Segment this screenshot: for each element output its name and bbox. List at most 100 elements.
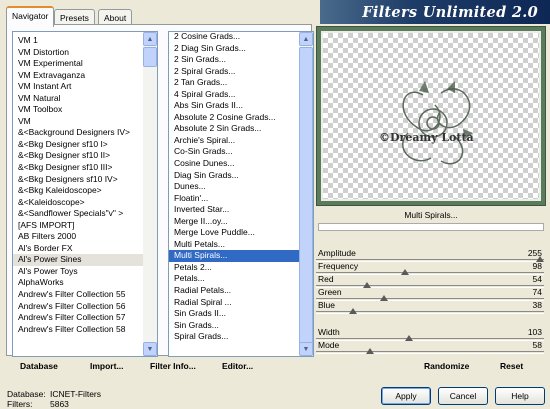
filter-item[interactable]: Sin Grads II...: [169, 308, 299, 320]
param-row-width[interactable]: Width 103: [316, 327, 544, 341]
param-label: Blue: [318, 300, 336, 310]
category-item[interactable]: AlphaWorks: [13, 277, 143, 289]
category-item[interactable]: &<Bkg Designer sf10 III>: [13, 162, 143, 174]
category-scrollbar[interactable]: ▲ ▼: [143, 32, 157, 356]
param-value: 74: [532, 287, 542, 297]
preview-canvas[interactable]: ©Dreamy Lotta: [321, 31, 541, 201]
category-item[interactable]: VM Distortion: [13, 47, 143, 59]
reset-button[interactable]: Reset: [500, 361, 523, 371]
preview-image: ©Dreamy Lotta: [379, 81, 474, 165]
filter-item[interactable]: Multi Spirals...: [169, 250, 299, 262]
preview-frame: ©Dreamy Lotta: [316, 26, 546, 206]
category-item[interactable]: Andrew's Filter Collection 58: [13, 324, 143, 336]
param-slider-thumb[interactable]: [348, 308, 357, 314]
filters-count-label: Filters:: [7, 399, 33, 409]
filter-item[interactable]: 2 Spiral Grads...: [169, 66, 299, 78]
filter-item[interactable]: Merge Love Puddle...: [169, 227, 299, 239]
database-button[interactable]: Database: [16, 359, 62, 375]
tab-bar: Navigator Presets About: [6, 3, 316, 27]
tab-navigator[interactable]: Navigator: [6, 6, 55, 27]
category-item[interactable]: &<Bkg Designer sf10 I>: [13, 139, 143, 151]
param-slider-thumb[interactable]: [366, 348, 375, 354]
param-slider-track[interactable]: [316, 351, 544, 354]
category-item[interactable]: &<Kaleidoscope>: [13, 197, 143, 209]
filter-item[interactable]: Floatin'...: [169, 193, 299, 205]
filter-item[interactable]: 2 Cosine Grads...: [169, 32, 299, 43]
filter-item[interactable]: Radial Spiral ...: [169, 297, 299, 309]
param-row-amplitude[interactable]: Amplitude 255: [316, 248, 544, 262]
filter-item[interactable]: Absolute 2 Cosine Grads...: [169, 112, 299, 124]
filter-item[interactable]: Archie's Spiral...: [169, 135, 299, 147]
param-row-frequency[interactable]: Frequency 98: [316, 261, 544, 275]
app-title: Filters Unlimited 2.0: [362, 3, 538, 21]
filter-item[interactable]: Dunes...: [169, 181, 299, 193]
import-button[interactable]: Import...: [86, 359, 128, 375]
category-item[interactable]: Andrew's Filter Collection 57: [13, 312, 143, 324]
category-item[interactable]: &<Sandflower Specials"v" >: [13, 208, 143, 220]
category-item[interactable]: VM Experimental: [13, 58, 143, 70]
category-item[interactable]: &<Bkg Designer sf10 II>: [13, 150, 143, 162]
param-row-green[interactable]: Green 74: [316, 287, 544, 301]
scroll-down-arrow-icon[interactable]: ▼: [143, 342, 157, 356]
category-list[interactable]: VM 1 VM Distortion VM Experimental VM Extra…: [12, 31, 158, 357]
filter-item[interactable]: 2 Diag Sin Grads...: [169, 43, 299, 55]
apply-button[interactable]: Apply: [381, 387, 431, 405]
filter-item[interactable]: Co-Sin Grads...: [169, 146, 299, 158]
selected-filter-name: Multi Spirals...: [316, 208, 546, 222]
filter-item[interactable]: Cosine Dunes...: [169, 158, 299, 170]
category-item[interactable]: Al's Power Sines: [13, 254, 143, 266]
category-item[interactable]: VM Instant Art: [13, 81, 143, 93]
cancel-button[interactable]: Cancel: [438, 387, 488, 405]
category-item[interactable]: Andrew's Filter Collection 56: [13, 301, 143, 313]
param-row-blue[interactable]: Blue 38: [316, 300, 544, 314]
param-value: 54: [532, 274, 542, 284]
filter-list[interactable]: 2 Cosine Grads... 2 Diag Sin Grads... 2 Si…: [168, 31, 314, 357]
category-item[interactable]: VM Extravaganza: [13, 70, 143, 82]
filter-item[interactable]: Merge II...oy...: [169, 216, 299, 228]
filter-item[interactable]: Radial Petals...: [169, 285, 299, 297]
category-item[interactable]: Al's Power Toys: [13, 266, 143, 278]
filter-item[interactable]: Sin Grads...: [169, 320, 299, 332]
editor-button[interactable]: Editor...: [218, 359, 257, 375]
category-item[interactable]: AB Filters 2000: [13, 231, 143, 243]
category-item[interactable]: VM: [13, 116, 143, 128]
scroll-down-arrow-icon[interactable]: ▼: [299, 342, 313, 356]
scroll-up-arrow-icon[interactable]: ▲: [143, 32, 157, 46]
category-item[interactable]: VM Natural: [13, 93, 143, 105]
filter-scrollbar[interactable]: ▲ ▼: [299, 32, 313, 356]
category-item[interactable]: &<Bkg Designers sf10 IV>: [13, 174, 143, 186]
filter-item[interactable]: Diag Sin Grads...: [169, 170, 299, 182]
category-item[interactable]: VM Toolbox: [13, 104, 143, 116]
category-item[interactable]: Andrew's Filter Collection 55: [13, 289, 143, 301]
filter-item[interactable]: Spiral Grads...: [169, 331, 299, 343]
filter-item[interactable]: 2 Tan Grads...: [169, 77, 299, 89]
filter-item[interactable]: Petals 2...: [169, 262, 299, 274]
database-label: Database:: [7, 389, 46, 399]
category-item[interactable]: &<Bkg Kaleidoscope>: [13, 185, 143, 197]
scroll-up-arrow-icon[interactable]: ▲: [299, 32, 313, 46]
param-row-mode[interactable]: Mode 58: [316, 340, 544, 354]
param-label: Amplitude: [318, 248, 356, 258]
filter-item[interactable]: Multi Petals...: [169, 239, 299, 251]
param-label: Green: [318, 287, 342, 297]
param-row-red[interactable]: Red 54: [316, 274, 544, 288]
param-label: Width: [318, 327, 340, 337]
category-item[interactable]: Al's Border FX: [13, 243, 143, 255]
filter-item[interactable]: Abs Sin Grads II...: [169, 100, 299, 112]
filter-item[interactable]: Inverted Star...: [169, 204, 299, 216]
randomize-button[interactable]: Randomize: [424, 361, 469, 371]
filter-item[interactable]: 2 Sin Grads...: [169, 54, 299, 66]
filter-info-button[interactable]: Filter Info...: [146, 359, 200, 375]
category-item[interactable]: &<Background Designers IV>: [13, 127, 143, 139]
category-items: VM 1 VM Distortion VM Experimental VM Extra…: [13, 35, 143, 335]
filter-item[interactable]: Petals...: [169, 273, 299, 285]
filter-item[interactable]: 4 Spiral Grads...: [169, 89, 299, 101]
param-value: 103: [527, 327, 542, 337]
category-scroll-thumb[interactable]: [143, 47, 157, 67]
filter-scroll-thumb[interactable]: [299, 47, 313, 344]
filter-item[interactable]: Absolute 2 Sin Grads...: [169, 123, 299, 135]
category-item[interactable]: VM 1: [13, 35, 143, 47]
category-item[interactable]: [AFS IMPORT]: [13, 220, 143, 232]
preview-watermark: ©Dreamy Lotta: [379, 131, 474, 144]
help-button[interactable]: Help: [495, 387, 545, 405]
